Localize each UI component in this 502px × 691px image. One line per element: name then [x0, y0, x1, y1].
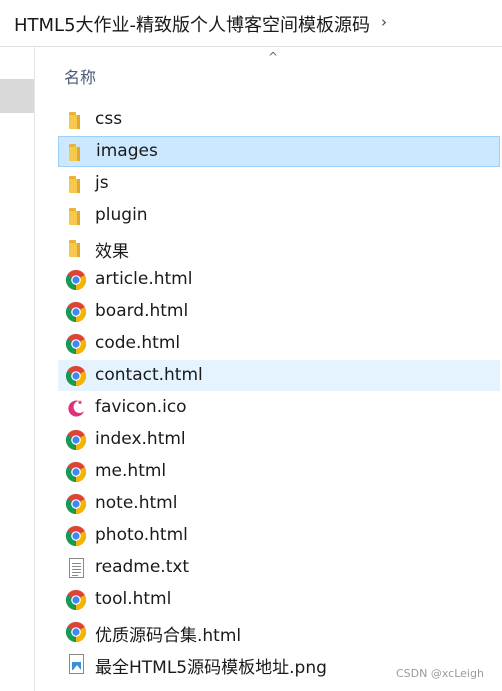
folder-icon — [65, 205, 87, 227]
file-name-label: js — [95, 173, 109, 193]
file-name-label: 最全HTML5源码模板地址.png — [95, 658, 327, 678]
navigation-pane-selected-item[interactable] — [0, 79, 34, 113]
file-name-label: 优质源码合集.html — [95, 626, 242, 646]
breadcrumb-folder[interactable]: HTML5大作业-精致版个人博客空间模板源码 — [14, 11, 370, 37]
folder-icon — [65, 141, 87, 163]
chrome-html-icon — [65, 525, 87, 547]
chrome-html-icon — [65, 621, 87, 643]
chrome-html-icon — [65, 589, 87, 611]
navigation-pane — [0, 47, 35, 691]
address-bar[interactable]: HTML5大作业-精致版个人博客空间模板源码 › — [0, 0, 502, 47]
folder-icon — [65, 109, 87, 131]
file-row-plugin[interactable]: plugin — [58, 200, 500, 231]
file-row-html[interactable]: 优质源码合集.html — [58, 616, 500, 647]
file-name-label: favicon.ico — [95, 397, 187, 417]
file-name-label: note.html — [95, 493, 178, 513]
file-row-index-html[interactable]: index.html — [58, 424, 500, 455]
chrome-html-icon — [65, 429, 87, 451]
file-row-article-html[interactable]: article.html — [58, 264, 500, 295]
file-row-note-html[interactable]: note.html — [58, 488, 500, 519]
file-row-readme-txt[interactable]: readme.txt — [58, 552, 500, 583]
file-name-label: photo.html — [95, 525, 188, 545]
file-name-label: readme.txt — [95, 557, 190, 577]
sort-ascending-icon: ^ — [268, 50, 279, 64]
file-name-label: index.html — [95, 429, 186, 449]
file-name-label: 效果 — [95, 242, 129, 262]
file-row-favicon-ico[interactable]: favicon.ico — [58, 392, 500, 423]
chrome-html-icon — [65, 333, 87, 355]
image-file-icon — [65, 653, 87, 675]
file-row-photo-html[interactable]: photo.html — [58, 520, 500, 551]
watermark: CSDN @xcLeigh — [396, 667, 484, 680]
file-name-label: code.html — [95, 333, 181, 353]
file-row-code-html[interactable]: code.html — [58, 328, 500, 359]
file-row-board-html[interactable]: board.html — [58, 296, 500, 327]
folder-icon — [65, 173, 87, 195]
column-header-name[interactable]: 名称 — [64, 64, 96, 88]
file-name-label: tool.html — [95, 589, 172, 609]
text-file-icon — [65, 557, 87, 579]
file-row-js[interactable]: js — [58, 168, 500, 199]
file-row-images[interactable]: images — [58, 136, 500, 167]
file-row-contact-html[interactable]: contact.html — [58, 360, 500, 391]
file-name-label: board.html — [95, 301, 189, 321]
chrome-html-icon — [65, 365, 87, 387]
file-row-item-4[interactable]: 效果 — [58, 232, 500, 263]
breadcrumb-chevron-icon[interactable]: › — [381, 13, 387, 31]
chrome-html-icon — [65, 269, 87, 291]
file-row-me-html[interactable]: me.html — [58, 456, 500, 487]
file-name-label: contact.html — [95, 365, 203, 385]
file-name-label: css — [95, 109, 123, 129]
chrome-html-icon — [65, 301, 87, 323]
file-name-label: article.html — [95, 269, 193, 289]
file-row-css[interactable]: css — [58, 104, 500, 135]
chrome-html-icon — [65, 493, 87, 515]
file-name-label: me.html — [95, 461, 167, 481]
folder-icon — [65, 237, 87, 259]
file-row-tool-html[interactable]: tool.html — [58, 584, 500, 615]
file-name-label: images — [96, 141, 158, 161]
chrome-html-icon — [65, 461, 87, 483]
file-name-label: plugin — [95, 205, 148, 225]
favicon-moon-icon — [65, 397, 87, 419]
